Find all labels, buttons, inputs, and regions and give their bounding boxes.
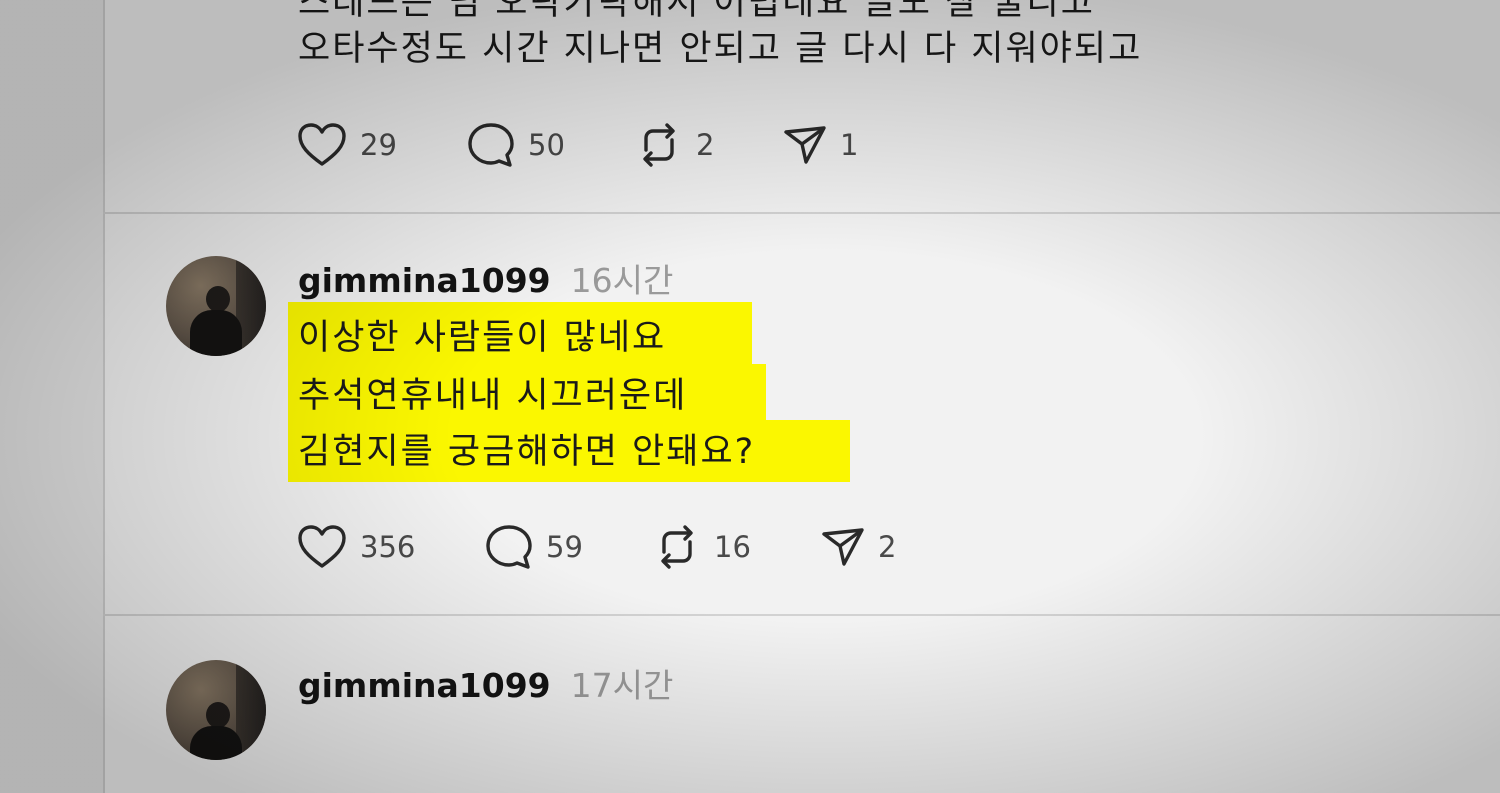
timestamp: 16시간 bbox=[570, 261, 674, 300]
post-3-header: gimmina1099 17시간 bbox=[298, 659, 673, 707]
share-count: 1 bbox=[840, 128, 859, 162]
repost-count: 16 bbox=[714, 530, 751, 564]
post-2-header: gimmina1099 16시간 bbox=[298, 254, 673, 302]
repost-icon bbox=[643, 123, 675, 167]
repost-icon bbox=[661, 525, 693, 569]
username-link[interactable]: gimmina1099 bbox=[298, 261, 551, 300]
like-count: 356 bbox=[360, 530, 416, 564]
reply-count: 59 bbox=[546, 530, 583, 564]
reply-button[interactable]: 50 bbox=[466, 120, 565, 170]
timestamp: 17시간 bbox=[570, 666, 674, 705]
post-1-text-line-1: 스레드는 넘 오락가락해서 어렵네요 글도 잘 눌리고 bbox=[298, 0, 1095, 23]
share-button[interactable]: 1 bbox=[782, 120, 858, 170]
share-count: 2 bbox=[878, 530, 897, 564]
left-gutter bbox=[0, 0, 105, 793]
heart-icon bbox=[298, 123, 346, 166]
post-divider bbox=[103, 614, 1500, 616]
share-button[interactable]: 2 bbox=[820, 522, 896, 572]
repost-button[interactable]: 16 bbox=[652, 522, 751, 572]
send-icon bbox=[822, 528, 864, 566]
avatar[interactable] bbox=[166, 256, 266, 356]
post-2-text-line-2: 추석연휴내내 시끄러운데 bbox=[298, 376, 688, 416]
repost-button[interactable]: 2 bbox=[634, 120, 714, 170]
like-button[interactable]: 356 bbox=[296, 522, 415, 572]
like-button[interactable]: 29 bbox=[296, 120, 397, 170]
comment-bubble-icon bbox=[486, 525, 532, 569]
heart-icon bbox=[298, 525, 346, 568]
post-divider bbox=[103, 212, 1500, 214]
post-1-text-line-2: 오타수정도 시간 지나면 안되고 글 다시 다 지워야되고 bbox=[298, 29, 1143, 69]
post-2-text-line-1: 이상한 사람들이 많네요 bbox=[298, 318, 667, 358]
reply-button[interactable]: 59 bbox=[484, 522, 583, 572]
threads-feed: 스레드는 넘 오락가락해서 어렵네요 글도 잘 눌리고 오타수정도 시간 지나면… bbox=[0, 0, 1500, 793]
comment-bubble-icon bbox=[468, 123, 514, 167]
avatar[interactable] bbox=[166, 660, 266, 760]
reply-count: 50 bbox=[528, 128, 565, 162]
repost-count: 2 bbox=[696, 128, 715, 162]
username-link[interactable]: gimmina1099 bbox=[298, 666, 551, 705]
like-count: 29 bbox=[360, 128, 397, 162]
send-icon bbox=[784, 126, 826, 164]
post-2-text-line-3: 김현지를 궁금해하면 안돼요? bbox=[298, 432, 756, 472]
